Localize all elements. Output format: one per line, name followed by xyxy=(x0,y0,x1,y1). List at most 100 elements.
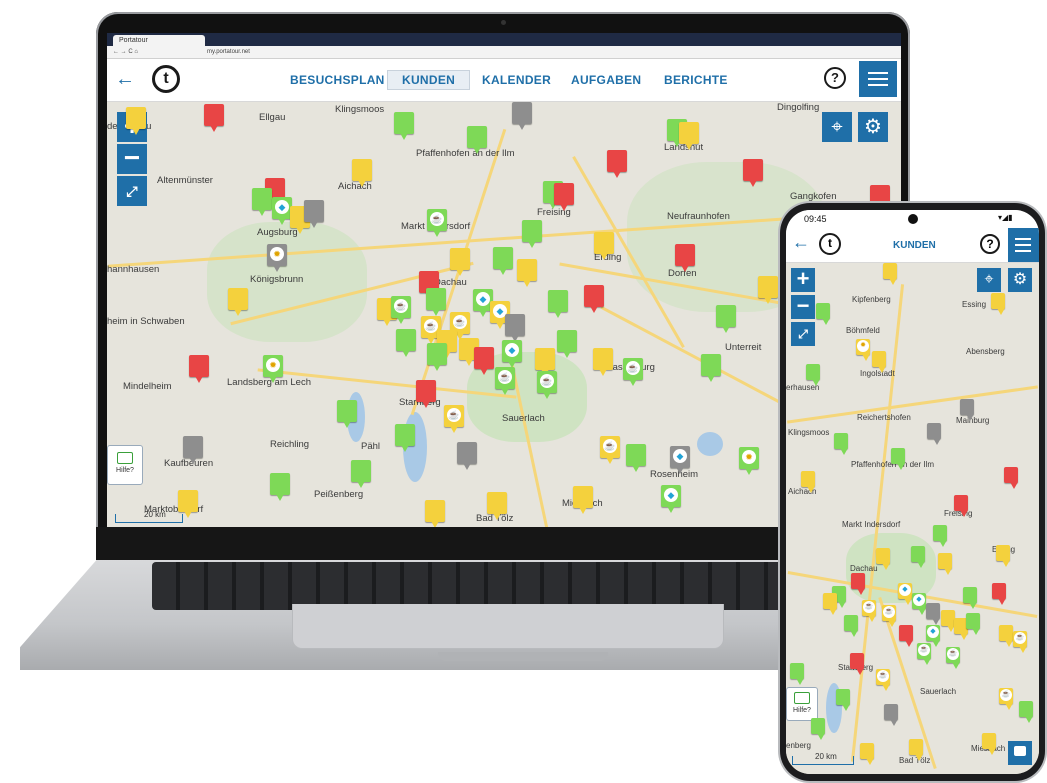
customer-pin[interactable]: ☕ xyxy=(391,296,411,324)
browser-nav-icons[interactable]: ← → C ⌂ xyxy=(113,46,138,58)
customer-pin[interactable] xyxy=(823,593,837,615)
help-chat-button[interactable]: Hilfe? xyxy=(107,445,143,485)
customer-pin[interactable] xyxy=(851,573,865,595)
customer-pin[interactable] xyxy=(938,553,952,575)
nav-berichte[interactable]: BERICHTE xyxy=(664,73,728,87)
customer-pin[interactable] xyxy=(926,603,940,625)
customer-pin[interactable] xyxy=(126,107,146,135)
browser-url[interactable]: my.portatour.net xyxy=(207,46,250,58)
customer-pin[interactable] xyxy=(593,348,613,376)
customer-pin[interactable]: ◆ xyxy=(661,485,681,513)
customer-pin[interactable]: ◆ xyxy=(912,593,926,615)
customer-pin[interactable] xyxy=(860,743,874,765)
expand-icon[interactable]: ⤢ xyxy=(791,322,815,346)
customer-pin[interactable] xyxy=(425,500,445,527)
customer-pin[interactable] xyxy=(941,610,955,632)
customer-pin[interactable] xyxy=(1019,701,1033,723)
hamburger-icon[interactable] xyxy=(1008,228,1039,262)
customer-pin[interactable] xyxy=(982,733,996,755)
customer-pin[interactable] xyxy=(573,486,593,514)
back-arrow-icon[interactable]: ← xyxy=(792,232,810,253)
customer-pin[interactable] xyxy=(228,288,248,316)
customer-pin[interactable]: ☕ xyxy=(444,405,464,433)
customer-pin[interactable] xyxy=(352,159,372,187)
customer-pin[interactable] xyxy=(626,444,646,472)
help-chat-button[interactable]: Hilfe? xyxy=(786,687,818,721)
customer-pin[interactable] xyxy=(396,329,416,357)
chat-bubble-icon[interactable] xyxy=(1008,741,1032,765)
expand-icon[interactable]: ⤢ xyxy=(117,176,147,206)
customer-pin[interactable]: ☕ xyxy=(537,371,557,399)
customer-pin[interactable]: ◆ xyxy=(926,625,940,647)
crosshair-icon[interactable]: ⌖ xyxy=(822,112,852,142)
gear-icon[interactable]: ⚙ xyxy=(1008,268,1032,292)
customer-pin[interactable] xyxy=(899,625,913,647)
browser-address-bar[interactable]: ← → C ⌂ my.portatour.net xyxy=(107,46,901,59)
customer-pin[interactable] xyxy=(891,448,905,470)
customer-pin[interactable]: ☕ xyxy=(600,436,620,464)
customer-pin[interactable] xyxy=(204,104,224,132)
customer-pin[interactable] xyxy=(883,263,897,285)
customer-pin[interactable]: ☕ xyxy=(862,600,876,622)
help-button[interactable]: ? xyxy=(980,234,1000,254)
customer-pin[interactable] xyxy=(963,587,977,609)
zoom-in-button[interactable]: + xyxy=(791,268,815,292)
customer-pin[interactable] xyxy=(836,689,850,711)
customer-pin[interactable] xyxy=(394,112,414,140)
browser-tab[interactable]: Portatour xyxy=(113,35,205,46)
customer-pin[interactable]: ◆ xyxy=(502,340,522,368)
customer-pin[interactable] xyxy=(701,354,721,382)
nav-kunden[interactable]: KUNDEN xyxy=(387,70,471,90)
customer-pin[interactable] xyxy=(716,305,736,333)
customer-pin[interactable] xyxy=(960,399,974,421)
customer-pin[interactable]: ☕ xyxy=(427,209,447,237)
nav-aufgaben[interactable]: AUFGABEN xyxy=(571,73,641,87)
customer-pin[interactable] xyxy=(801,471,815,493)
phone-customer-map[interactable]: Kipfenberg Essing Böhmfeld Abensberg Ing… xyxy=(786,263,1039,774)
customer-pin[interactable] xyxy=(178,490,198,518)
customer-pin[interactable] xyxy=(743,159,763,187)
customer-pin[interactable] xyxy=(270,473,290,501)
customer-pin[interactable] xyxy=(909,739,923,761)
customer-pin[interactable]: ◆ xyxy=(898,583,912,605)
customer-pin[interactable]: ☕ xyxy=(495,367,515,395)
customer-pin[interactable] xyxy=(806,364,820,386)
customer-pin[interactable] xyxy=(790,663,804,685)
customer-pin[interactable] xyxy=(554,183,574,211)
customer-pin[interactable] xyxy=(416,380,436,408)
customer-pin[interactable] xyxy=(675,244,695,272)
customer-pin[interactable]: ✹ xyxy=(263,355,283,383)
customer-pin[interactable] xyxy=(758,276,778,304)
customer-pin[interactable]: ✹ xyxy=(739,447,759,475)
customer-pin[interactable] xyxy=(535,348,555,376)
customer-pin[interactable]: ☕ xyxy=(876,669,890,691)
customer-pin[interactable] xyxy=(474,347,494,375)
customer-pin[interactable] xyxy=(911,546,925,568)
nav-besuchsplan[interactable]: BESUCHSPLAN xyxy=(290,73,385,87)
customer-pin[interactable]: ☕ xyxy=(623,358,643,386)
customer-pin[interactable] xyxy=(183,436,203,464)
customer-pin[interactable]: ☕ xyxy=(882,605,896,627)
back-arrow-icon[interactable]: ← xyxy=(115,67,135,91)
customer-pin[interactable] xyxy=(505,314,525,342)
customer-pin[interactable] xyxy=(872,351,886,373)
customer-pin[interactable] xyxy=(811,718,825,740)
zoom-out-button[interactable]: − xyxy=(791,295,815,319)
customer-pin[interactable] xyxy=(607,150,627,178)
gear-icon[interactable]: ⚙ xyxy=(858,112,888,142)
nav-kalender[interactable]: KALENDER xyxy=(482,73,551,87)
customer-pin[interactable] xyxy=(966,613,980,635)
customer-pin[interactable] xyxy=(522,220,542,248)
crosshair-icon[interactable]: ⌖ xyxy=(977,268,1001,292)
customer-pin[interactable] xyxy=(884,704,898,726)
customer-pin[interactable] xyxy=(834,433,848,455)
customer-pin[interactable] xyxy=(252,188,272,216)
customer-pin[interactable] xyxy=(557,330,577,358)
customer-pin[interactable] xyxy=(850,653,864,675)
customer-pin[interactable] xyxy=(954,495,968,517)
customer-pin[interactable]: ☕ xyxy=(999,688,1013,710)
hamburger-icon[interactable] xyxy=(859,61,897,97)
customer-pin[interactable] xyxy=(996,545,1010,567)
customer-pin[interactable] xyxy=(844,615,858,637)
customer-pin[interactable]: ◆ xyxy=(670,446,690,474)
